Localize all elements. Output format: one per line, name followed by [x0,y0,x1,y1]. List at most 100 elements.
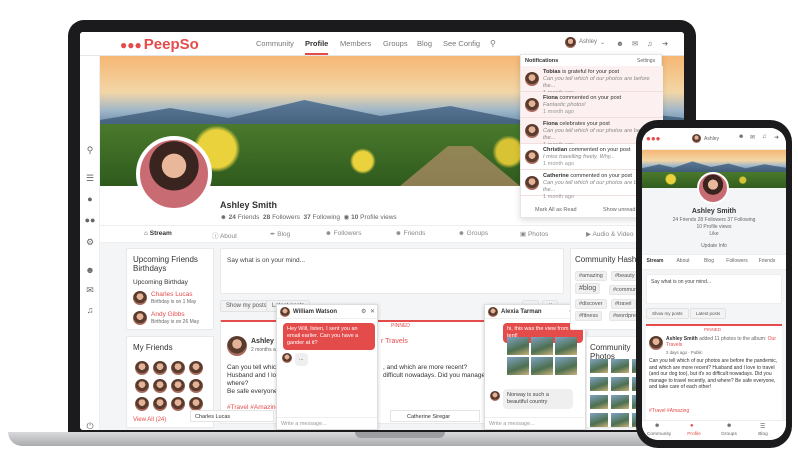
tab-audio-video[interactable]: ▶ Audio & Video [586,230,634,238]
avatar[interactable] [135,397,149,411]
phone-tab-about[interactable]: About [672,258,694,264]
chat-input[interactable]: Write a message... [277,417,377,429]
nav-profile[interactable]: Profile [305,39,329,55]
avatar[interactable] [135,379,149,393]
chat-photo[interactable] [531,357,553,375]
chat-photo[interactable] [507,357,529,375]
phone-tab-followers[interactable]: Followers [726,258,748,264]
profile-avatar[interactable] [136,136,212,212]
phone-post-hashtags[interactable]: #Travel #Amazing [649,408,689,414]
community-photo[interactable] [611,377,629,391]
messages-icon[interactable]: ✉ [750,134,755,141]
phone-update-info-button[interactable]: Update Info [642,243,786,249]
notification-item[interactable]: Tobias is grateful for your post Can you … [521,66,663,96]
post-time[interactable]: 2 months a [251,347,276,353]
tab-stream[interactable]: ⌂ Stream [144,230,172,237]
album-link[interactable]: r Travels [381,338,408,345]
nav-blog[interactable]: Blog [417,39,432,48]
avatar[interactable] [153,379,167,393]
logout-icon[interactable]: ➜ [662,39,668,48]
nav-user-avatar[interactable] [565,37,576,48]
nav-see-config[interactable]: See Config [443,39,480,48]
avatar[interactable] [133,291,147,305]
tab-groups[interactable]: ☻ Groups [458,230,488,237]
phone-nav-profile[interactable]: Profile [679,432,709,437]
phone-post-time[interactable]: 2 days ago [666,350,687,355]
friends-icon[interactable]: ☻ [616,39,624,48]
phone-nav-community[interactable]: Community [644,432,674,437]
mark-all-read-link[interactable]: Mark All as Read [535,207,577,213]
chat-photo[interactable] [555,357,577,375]
phone-user-name[interactable]: Ashley [704,136,719,142]
show-my-posts-button[interactable]: Show my posts [220,300,273,312]
phone-latest-posts-button[interactable]: Latest posts [690,308,727,319]
tab-followers[interactable]: ☻ Followers [325,230,361,237]
avatar[interactable] [692,134,701,143]
avatar[interactable] [133,311,147,325]
tab-photos[interactable]: ▣ Photos [520,230,548,238]
messages-icon[interactable]: ✉ [84,284,96,296]
phone-tab-friends[interactable]: Friends [756,258,778,264]
community-photo[interactable] [590,413,608,427]
hashtag-chip[interactable]: #fitness [575,311,602,321]
close-icon[interactable]: ✕ [370,308,375,315]
tab-friends[interactable]: ☻ Friends [395,230,425,237]
nav-members[interactable]: Members [340,39,371,48]
search-icon[interactable]: ⚲ [490,39,496,48]
groups-icon[interactable]: ☻ [726,423,732,429]
friends-icon[interactable]: ☻ [738,134,744,140]
chat-photo[interactable] [531,337,553,355]
community-photo[interactable] [611,359,629,373]
post-composer[interactable]: Say what is on your mind... [220,248,564,294]
gear-icon[interactable]: ⚙ [84,236,96,248]
menu-icon[interactable]: ☰ [84,172,96,184]
bell-icon[interactable]: ♫ [762,134,767,140]
community-photo[interactable] [590,377,608,391]
messages-icon[interactable]: ✉ [632,39,638,48]
phone-tab-blog[interactable]: Blog [698,258,720,264]
friend-link[interactable]: Andy Gibbs [151,311,185,318]
chevron-down-icon[interactable]: ⌄ [600,39,605,46]
phone-show-my-posts-button[interactable]: Show my posts [646,308,689,319]
chatbar-item[interactable]: Charles Lucas [190,410,274,422]
notification-item[interactable]: Fiona commented on your post Fantastic ph… [521,92,663,118]
avatar[interactable] [171,379,185,393]
profile-icon[interactable]: ● [690,423,694,429]
phone-nav-blog[interactable]: Blog [748,432,778,437]
phone-profile-avatar[interactable] [697,172,729,204]
bell-icon[interactable]: ♫ [647,39,653,48]
community-photo[interactable] [590,395,608,409]
tab-about[interactable]: ⓘ About [212,230,237,240]
avatar[interactable] [171,397,185,411]
phone-tab-stream[interactable]: Stream [644,258,666,264]
phone-nav-groups[interactable]: Groups [714,432,744,437]
phone-composer-input[interactable]: Say what is on your mind... [651,279,711,285]
hashtag-chip[interactable]: #travel [611,299,636,309]
friend-link[interactable]: Charles Lucas [151,291,193,298]
hashtag-chip[interactable]: #beauty [611,271,639,281]
avatar[interactable] [153,397,167,411]
community-photo[interactable] [611,395,629,409]
post-author-avatar[interactable] [227,336,247,356]
avatar[interactable] [135,361,149,375]
avatar[interactable] [171,361,185,375]
tab-blog[interactable]: ✒ Blog [270,230,290,238]
notifications-settings-link[interactable]: Settings [637,58,655,64]
user-icon[interactable]: ● [84,193,96,205]
logout-icon[interactable]: ➜ [774,134,779,141]
chat-photo[interactable] [507,337,529,355]
nav-groups[interactable]: Groups [383,39,408,48]
avatar[interactable] [189,397,203,411]
chat-header[interactable]: William Watson ⚙ ✕ [277,305,377,319]
search-icon[interactable]: ⚲ [84,144,96,156]
hashtag-chip[interactable]: #discover [575,299,607,309]
blog-icon[interactable]: ☰ [760,423,765,430]
nav-user-name[interactable]: Ashley [579,39,597,45]
view-all-friends-link[interactable]: View All (24) [133,417,166,423]
friends-icon[interactable]: ☻ [84,264,96,276]
people-logo-icon[interactable]: ●●● [646,134,661,143]
power-icon[interactable]: ⏻ [84,420,96,430]
community-photo[interactable] [611,413,629,427]
users-icon[interactable]: ●● [84,214,96,226]
avatar[interactable] [189,361,203,375]
